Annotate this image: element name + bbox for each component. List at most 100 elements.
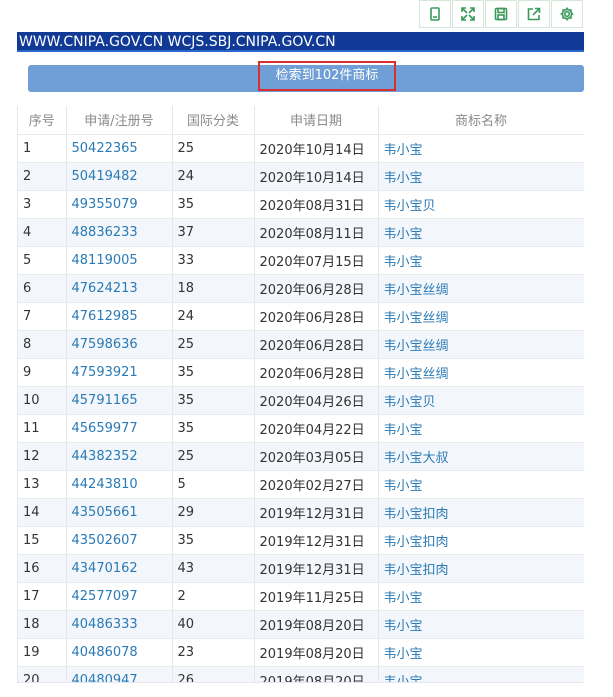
cell-reg-number[interactable]: 47624213	[66, 274, 173, 303]
cell-reg-number[interactable]: 40486333	[66, 610, 173, 639]
cell-reg-number[interactable]: 44382352	[66, 442, 173, 471]
cell-reg-number[interactable]: 50419482	[66, 162, 173, 191]
table-row[interactable]: 11 45659977 35 2020年04月22日 韦小宝	[18, 414, 584, 443]
table-row[interactable]: 1 50422365 25 2020年10月14日 韦小宝	[18, 134, 584, 163]
cell-date: 2020年06月28日	[254, 274, 379, 303]
table-row[interactable]: 10 45791165 35 2020年04月26日 韦小宝贝	[18, 386, 584, 415]
cell-class: 5	[172, 470, 255, 499]
cell-class: 25	[172, 330, 255, 359]
cell-trademark-name[interactable]: 韦小宝贝	[378, 386, 584, 415]
cell-reg-number[interactable]: 43505661	[66, 498, 173, 527]
cell-trademark-name[interactable]: 韦小宝	[378, 218, 584, 247]
table-row[interactable]: 20 40480947 26 2019年08月20日 韦小宝	[18, 666, 584, 682]
fullscreen-icon[interactable]	[452, 0, 484, 28]
table-row[interactable]: 12 44382352 25 2020年03月05日 韦小宝大叔	[18, 442, 584, 471]
cell-trademark-name[interactable]: 韦小宝	[378, 246, 584, 275]
cell-class: 23	[172, 638, 255, 667]
cell-trademark-name[interactable]: 韦小宝丝绸	[378, 330, 584, 359]
cell-date: 2019年12月31日	[254, 526, 379, 555]
table-row[interactable]: 7 47612985 24 2020年06月28日 韦小宝丝绸	[18, 302, 584, 331]
cell-trademark-name[interactable]: 韦小宝	[378, 666, 584, 682]
cell-index: 17	[18, 582, 67, 611]
cell-reg-number[interactable]: 47612985	[66, 302, 173, 331]
cell-date: 2020年04月22日	[254, 414, 379, 443]
cell-trademark-name[interactable]: 韦小宝	[378, 582, 584, 611]
save-icon[interactable]	[485, 0, 517, 28]
table-row[interactable]: 13 44243810 5 2020年02月27日 韦小宝	[18, 470, 584, 499]
col-trademark-name-header[interactable]: 商标名称	[378, 106, 584, 135]
table-row[interactable]: 19 40486078 23 2019年08月20日 韦小宝	[18, 638, 584, 667]
trademark-table: 序号 申请/注册号 国际分类 申请日期 商标名称 1 50422365 25 2020年10月…	[17, 106, 584, 682]
cell-index: 14	[18, 498, 67, 527]
cell-trademark-name[interactable]: 韦小宝	[378, 638, 584, 667]
cell-class: 24	[172, 162, 255, 191]
site-url-bar: WWW.CNIPA.GOV.CN WCJS.SBJ.CNIPA.GOV.CN	[17, 32, 584, 52]
cell-trademark-name[interactable]: 韦小宝丝绸	[378, 302, 584, 331]
cell-date: 2019年08月20日	[254, 638, 379, 667]
cell-trademark-name[interactable]: 韦小宝贝	[378, 190, 584, 219]
cell-index: 5	[18, 246, 67, 275]
cell-reg-number[interactable]: 48836233	[66, 218, 173, 247]
cell-trademark-name[interactable]: 韦小宝扣肉	[378, 526, 584, 555]
cell-index: 4	[18, 218, 67, 247]
cell-date: 2019年12月31日	[254, 554, 379, 583]
cell-reg-number[interactable]: 44243810	[66, 470, 173, 499]
cell-reg-number[interactable]: 40480947	[66, 666, 173, 682]
col-reg-number-header[interactable]: 申请/注册号	[66, 106, 173, 135]
cell-index: 3	[18, 190, 67, 219]
cell-date: 2020年03月05日	[254, 442, 379, 471]
table-row[interactable]: 16 43470162 43 2019年12月31日 韦小宝扣肉	[18, 554, 584, 583]
cell-reg-number[interactable]: 43502607	[66, 526, 173, 555]
table-row[interactable]: 3 49355079 35 2020年08月31日 韦小宝贝	[18, 190, 584, 219]
cell-reg-number[interactable]: 45791165	[66, 386, 173, 415]
cell-trademark-name[interactable]: 韦小宝	[378, 134, 584, 163]
table-row[interactable]: 2 50419482 24 2020年10月14日 韦小宝	[18, 162, 584, 191]
cell-trademark-name[interactable]: 韦小宝	[378, 162, 584, 191]
result-count-label: 检索到102件商标	[258, 61, 396, 91]
cell-date: 2019年12月31日	[254, 498, 379, 527]
share-icon[interactable]	[518, 0, 550, 28]
cell-trademark-name[interactable]: 韦小宝丝绸	[378, 274, 584, 303]
table-row[interactable]: 18 40486333 40 2019年08月20日 韦小宝	[18, 610, 584, 639]
col-class-header[interactable]: 国际分类	[172, 106, 255, 135]
cell-index: 11	[18, 414, 67, 443]
col-date-header[interactable]: 申请日期	[254, 106, 379, 135]
cell-reg-number[interactable]: 48119005	[66, 246, 173, 275]
cell-trademark-name[interactable]: 韦小宝大叔	[378, 442, 584, 471]
table-row[interactable]: 14 43505661 29 2019年12月31日 韦小宝扣肉	[18, 498, 584, 527]
copy-icon[interactable]	[419, 0, 451, 28]
settings-icon[interactable]	[551, 0, 583, 28]
cell-date: 2020年07月15日	[254, 246, 379, 275]
table-row[interactable]: 9 47593921 35 2020年06月28日 韦小宝丝绸	[18, 358, 584, 387]
cell-reg-number[interactable]: 43470162	[66, 554, 173, 583]
cell-index: 12	[18, 442, 67, 471]
cell-reg-number[interactable]: 45659977	[66, 414, 173, 443]
table-row[interactable]: 4 48836233 37 2020年08月11日 韦小宝	[18, 218, 584, 247]
cell-reg-number[interactable]: 49355079	[66, 190, 173, 219]
table-row[interactable]: 8 47598636 25 2020年06月28日 韦小宝丝绸	[18, 330, 584, 359]
table-row[interactable]: 6 47624213 18 2020年06月28日 韦小宝丝绸	[18, 274, 584, 303]
table-row[interactable]: 15 43502607 35 2019年12月31日 韦小宝扣肉	[18, 526, 584, 555]
cell-index: 8	[18, 330, 67, 359]
cell-class: 35	[172, 190, 255, 219]
cell-trademark-name[interactable]: 韦小宝丝绸	[378, 358, 584, 387]
table-row[interactable]: 17 42577097 2 2019年11月25日 韦小宝	[18, 582, 584, 611]
cell-trademark-name[interactable]: 韦小宝	[378, 414, 584, 443]
cell-index: 15	[18, 526, 67, 555]
cell-reg-number[interactable]: 47593921	[66, 358, 173, 387]
cell-trademark-name[interactable]: 韦小宝	[378, 610, 584, 639]
cell-trademark-name[interactable]: 韦小宝扣肉	[378, 498, 584, 527]
cell-reg-number[interactable]: 50422365	[66, 134, 173, 163]
toolbar	[418, 0, 588, 28]
cell-index: 10	[18, 386, 67, 415]
cell-class: 26	[172, 666, 255, 682]
cell-index: 18	[18, 610, 67, 639]
col-index-header[interactable]: 序号	[18, 106, 67, 135]
cell-trademark-name[interactable]: 韦小宝扣肉	[378, 554, 584, 583]
cell-index: 19	[18, 638, 67, 667]
table-row[interactable]: 5 48119005 33 2020年07月15日 韦小宝	[18, 246, 584, 275]
cell-reg-number[interactable]: 47598636	[66, 330, 173, 359]
cell-trademark-name[interactable]: 韦小宝	[378, 470, 584, 499]
cell-reg-number[interactable]: 40486078	[66, 638, 173, 667]
cell-reg-number[interactable]: 42577097	[66, 582, 173, 611]
